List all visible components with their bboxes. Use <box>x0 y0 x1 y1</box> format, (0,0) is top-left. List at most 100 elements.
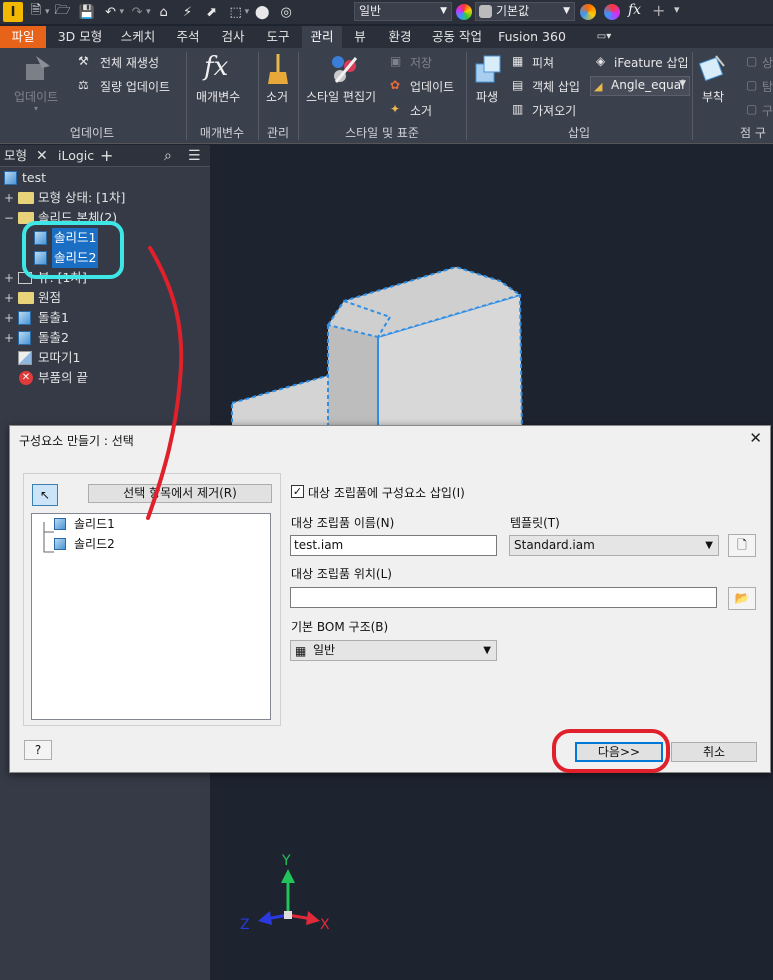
remove-from-selection-button[interactable]: 선택 항목에서 제거(R) <box>88 484 272 503</box>
expand-icon[interactable]: + <box>4 288 14 308</box>
attach-icon[interactable] <box>698 52 728 86</box>
import-icon[interactable]: ▥ <box>512 102 523 116</box>
tab-file[interactable]: 파일 <box>0 26 46 48</box>
collapse-icon[interactable]: − <box>4 208 14 228</box>
tab-view[interactable]: 뷰 <box>346 26 374 48</box>
parameters-icon[interactable]: fx <box>204 52 228 82</box>
chevron-down-icon[interactable]: ▾ <box>34 104 38 113</box>
fx-icon[interactable]: fx <box>628 2 641 18</box>
update-styles-button[interactable]: 업데이트 <box>410 78 454 95</box>
style-editor-icon[interactable] <box>326 52 360 86</box>
ifeature-icon[interactable]: ◈ <box>596 54 605 68</box>
parameters-button[interactable]: 매개변수 <box>196 88 240 105</box>
insert-components-checkbox[interactable]: ✓ <box>291 485 304 498</box>
list-item[interactable]: 솔리드2 <box>74 535 115 553</box>
chevron-down-icon[interactable]: ▾ <box>120 7 125 17</box>
save-icon[interactable]: 💾 <box>76 2 98 22</box>
feature-icon[interactable]: ▦ <box>512 54 523 68</box>
tab-sketch[interactable]: 스케치 <box>114 26 162 48</box>
new-file-icon[interactable]: 🗎 <box>25 2 47 22</box>
expand-icon[interactable]: + <box>4 188 14 208</box>
close-icon[interactable]: ✕ <box>749 429 762 447</box>
update-icon[interactable] <box>22 54 54 84</box>
undo-icon[interactable]: ↶ <box>100 2 122 22</box>
save-styles-icon[interactable]: ▣ <box>390 54 401 68</box>
color-wheel-icon[interactable] <box>456 4 472 20</box>
target-name-input[interactable]: test.iam <box>290 535 497 556</box>
expand-icon[interactable]: + <box>4 308 14 328</box>
target-location-input[interactable] <box>290 587 717 608</box>
plus-icon[interactable]: + <box>652 1 665 20</box>
rebuild-all-icon[interactable]: ⚒ <box>78 54 89 68</box>
ribbon-cut-label-1[interactable]: 상 <box>762 54 773 71</box>
chevron-down-icon[interactable]: ▾ <box>146 7 151 17</box>
next-button[interactable]: 다음>> <box>575 742 663 762</box>
import-button[interactable]: 가져오기 <box>532 102 576 119</box>
mass-update-button[interactable]: 질량 업데이트 <box>100 78 170 95</box>
clear-appearance-icon[interactable] <box>580 4 596 20</box>
style-editor-button[interactable]: 스타일 편집기 <box>306 88 376 105</box>
tab-collaborate[interactable]: 공동 작업 <box>426 26 488 48</box>
update-styles-icon[interactable]: ✿ <box>390 78 400 92</box>
insert-object-button[interactable]: 객체 삽입 <box>532 78 580 95</box>
template-select[interactable]: Standard.iam ▼ <box>509 535 719 556</box>
ribbon-cut-label-3[interactable]: 구 <box>762 102 773 119</box>
list-item[interactable]: 솔리드1 <box>74 515 115 533</box>
purge-styles-icon[interactable]: ✦ <box>390 102 400 116</box>
rebuild-all-button[interactable]: 전체 재생성 <box>100 54 159 71</box>
attach-button[interactable]: 부착 <box>702 88 724 105</box>
tab-3d-model[interactable]: 3D 모형 <box>52 26 108 48</box>
tab-environments[interactable]: 환경 <box>380 26 420 48</box>
expand-icon[interactable]: + <box>4 268 14 288</box>
insert-object-icon[interactable]: ▤ <box>512 78 523 92</box>
ribbon-cut-icon[interactable]: ▢ <box>746 78 757 92</box>
search-icon[interactable]: ⌕ <box>164 145 172 167</box>
purge-icon[interactable] <box>264 52 292 86</box>
save-styles-button[interactable]: 저장 <box>410 54 432 71</box>
feature-button[interactable]: 피쳐 <box>532 54 554 71</box>
purge-styles-button[interactable]: 소거 <box>410 102 432 119</box>
selection-list[interactable]: 솔리드1 솔리드2 <box>31 513 271 720</box>
tab-fusion-360[interactable]: Fusion 360 <box>496 26 568 48</box>
redo-icon[interactable]: ↷ <box>126 2 148 22</box>
angle-equal-dropdown[interactable]: ◢ Angle_equal ▼ <box>590 76 690 96</box>
update-icon[interactable]: ⚡ <box>177 2 199 22</box>
insert-ifeature-button[interactable]: iFeature 삽입 <box>614 54 689 71</box>
ribbon-cut-icon[interactable]: ▢ <box>746 54 757 68</box>
cancel-button[interactable]: 취소 <box>671 742 757 762</box>
help-button[interactable]: ? <box>24 740 52 760</box>
select-icon[interactable]: ⬚ <box>225 2 247 22</box>
purge-button[interactable]: 소거 <box>266 88 288 105</box>
tab-ilogic[interactable]: iLogic <box>58 145 94 167</box>
update-button[interactable]: 업데이트 <box>14 88 58 105</box>
chevron-down-icon[interactable]: ▾ <box>245 7 250 17</box>
home-icon[interactable]: ⌂ <box>153 2 175 22</box>
chevron-down-icon[interactable]: ▾ <box>45 7 50 17</box>
color-dropdown[interactable]: 기본값 ▼ <box>475 2 575 21</box>
mass-update-icon[interactable]: ⚖ <box>78 78 89 92</box>
derive-button[interactable]: 파생 <box>476 88 498 105</box>
app-logo-icon[interactable]: I <box>3 2 23 22</box>
tab-inspect[interactable]: 검사 <box>214 26 252 48</box>
add-tab-icon[interactable]: + <box>100 145 113 167</box>
appearance-icon[interactable]: ◎ <box>275 2 297 22</box>
tab-manage[interactable]: 관리 <box>302 26 342 48</box>
ribbon-minimize-icon[interactable]: ▭▾ <box>590 26 618 48</box>
tab-tools[interactable]: 도구 <box>258 26 298 48</box>
select-arrow-button[interactable]: ↖ <box>32 484 58 506</box>
close-icon[interactable]: ✕ <box>36 145 48 167</box>
customize-icon[interactable]: ▾ <box>674 3 680 16</box>
ribbon-cut-icon[interactable]: ▢ <box>746 102 757 116</box>
style-dropdown[interactable]: 일반 ▼ <box>354 2 452 21</box>
open-folder-icon[interactable]: 🗁 <box>52 2 74 22</box>
menu-icon[interactable]: ☰ <box>188 145 201 167</box>
measure-icon[interactable]: ⬤ <box>251 2 273 22</box>
browse-template-button[interactable]: 🗋 <box>728 534 756 557</box>
return-icon[interactable]: ⬈ <box>201 2 223 22</box>
expand-icon[interactable]: + <box>4 328 14 348</box>
adjust-appearance-icon[interactable] <box>604 4 620 20</box>
insert-components-label[interactable]: 대상 조립품에 구성요소 삽입(I) <box>308 484 465 501</box>
ribbon-cut-label-2[interactable]: 탐 <box>762 78 773 95</box>
derive-icon[interactable] <box>470 52 504 86</box>
bom-structure-select[interactable]: ▦ 일반 ▼ <box>290 640 497 661</box>
